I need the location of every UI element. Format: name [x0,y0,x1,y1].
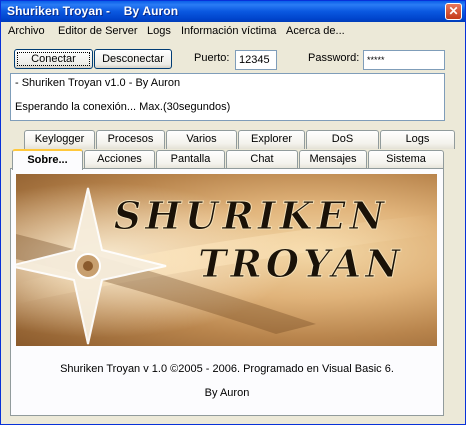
tab-explorer[interactable]: Explorer [238,130,305,149]
tab-logs[interactable]: Logs [380,130,455,149]
connect-button[interactable]: Conectar [14,49,93,69]
log-line-2: Esperando la conexión... Max.(30segundos… [15,101,231,113]
menu-informacion-victima[interactable]: Información víctima [181,25,276,37]
menu-acerca-de[interactable]: Acerca de... [286,25,345,37]
banner-title-2: TROYAN [198,241,404,286]
tab-sistema[interactable]: Sistema [368,150,444,169]
credits-text: Shuriken Troyan v 1.0 ©2005 - 2006. Prog… [60,363,394,375]
main-window: Shuriken Troyan - By Auron ✕ Archivo Edi… [0,0,466,425]
tab-pantalla[interactable]: Pantalla [156,150,225,169]
window-title: Shuriken Troyan - By Auron [7,4,179,18]
about-panel: SHURIKEN TROYAN Shuriken Troyan v 1.0 ©2… [10,168,444,416]
port-input[interactable]: 12345 [235,50,277,70]
tab-varios[interactable]: Varios [166,130,237,149]
shuriken-banner-image: SHURIKEN TROYAN [16,174,437,346]
banner-title-1: SHURIKEN [114,193,389,238]
tab-sobre[interactable]: Sobre... [12,149,83,170]
menu-logs[interactable]: Logs [147,25,171,37]
password-label: Password: [308,52,360,64]
status-log[interactable]: - Shuriken Troyan v1.0 - By Auron Espera… [10,73,445,121]
tab-acciones[interactable]: Acciones [84,150,155,169]
password-input[interactable]: ***** [363,50,445,70]
title-bar[interactable]: Shuriken Troyan - By Auron ✕ [1,1,465,22]
menu-archivo[interactable]: Archivo [8,25,45,37]
tab-keylogger[interactable]: Keylogger [24,130,95,149]
tab-procesos[interactable]: Procesos [96,130,165,149]
menu-bar: Archivo Editor de Server Logs Informació… [3,22,463,41]
tab-chat[interactable]: Chat [226,150,298,169]
log-line-1: - Shuriken Troyan v1.0 - By Auron [15,77,181,89]
tab-dos[interactable]: DoS [306,130,379,149]
tab-mensajes[interactable]: Mensajes [299,150,367,169]
author-text: By Auron [204,387,250,399]
close-icon[interactable]: ✕ [445,3,462,20]
port-label: Puerto: [194,52,230,64]
disconnect-button[interactable]: Desconectar [94,49,172,69]
menu-editor-de-server[interactable]: Editor de Server [58,25,137,37]
